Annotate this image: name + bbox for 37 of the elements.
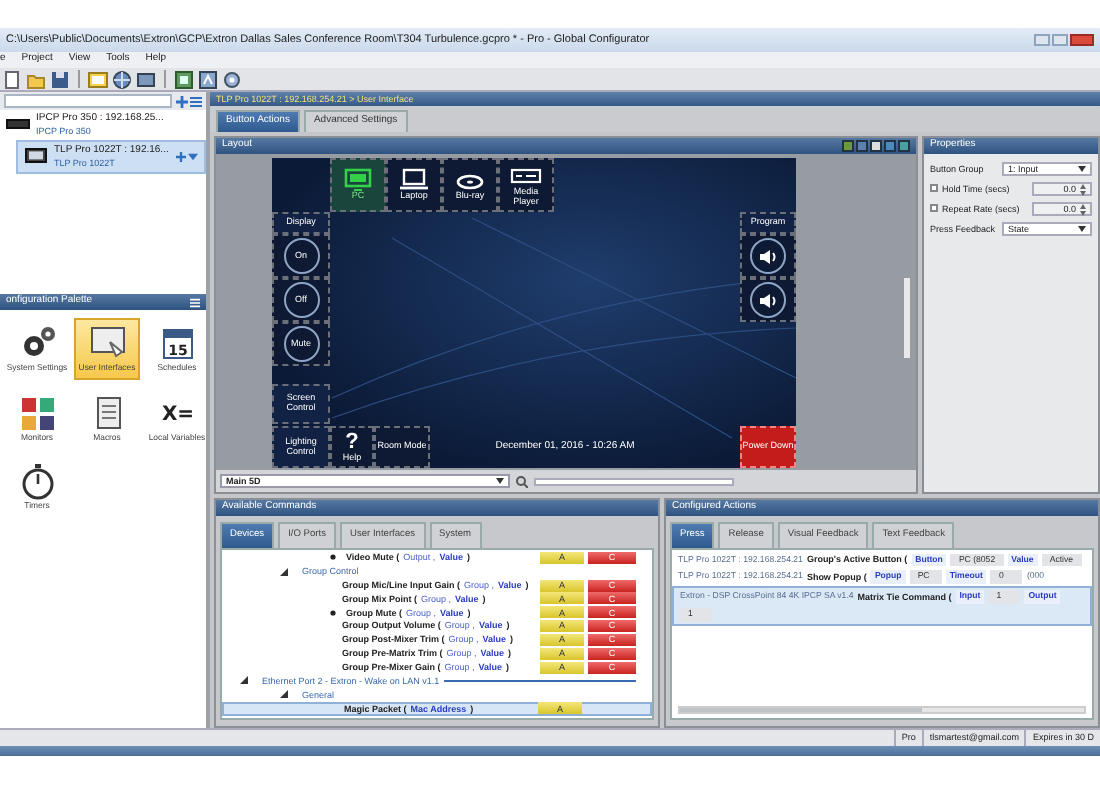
expanded-icon[interactable] (280, 567, 288, 576)
panel-icon[interactable] (174, 69, 194, 89)
expanded-icon[interactable] (280, 690, 288, 699)
caret-icon (1078, 166, 1086, 172)
search-field[interactable] (534, 477, 734, 485)
speaker-icon (758, 291, 778, 309)
laptop-icon (398, 168, 430, 193)
stopwatch-icon (17, 462, 57, 501)
monitor-icon[interactable] (88, 69, 108, 89)
expanded-icon[interactable] (240, 676, 248, 685)
volume-button[interactable] (750, 282, 786, 318)
plus-icon[interactable] (175, 151, 186, 162)
scrollbar[interactable] (678, 706, 1086, 714)
save-icon[interactable] (50, 69, 70, 89)
globe-icon[interactable] (112, 69, 132, 89)
monitor-icon (342, 168, 374, 193)
controller-icon (6, 116, 30, 133)
caret-icon[interactable] (496, 478, 504, 484)
variable-icon: X= (157, 393, 197, 432)
search-field[interactable] (4, 94, 172, 108)
media-player-icon (510, 163, 542, 188)
touch-screen-icon (87, 324, 127, 362)
monitors-icon (17, 393, 57, 432)
plus-icon[interactable] (175, 95, 188, 107)
speaker-icon (758, 247, 778, 265)
caret-icon (1078, 226, 1086, 232)
spinner-arrows-icon (1080, 203, 1086, 215)
checkbox[interactable] (930, 184, 938, 193)
new-file-icon[interactable] (2, 69, 22, 89)
spinner-arrows-icon (1080, 183, 1086, 195)
volume-button[interactable] (750, 238, 786, 274)
scrollbar[interactable] (904, 278, 910, 358)
checkbox[interactable] (930, 204, 938, 213)
zoom-icon[interactable] (516, 475, 528, 487)
menu-icon[interactable] (190, 95, 202, 107)
touch-panel-icon (24, 148, 48, 165)
device-icon[interactable] (136, 69, 156, 89)
